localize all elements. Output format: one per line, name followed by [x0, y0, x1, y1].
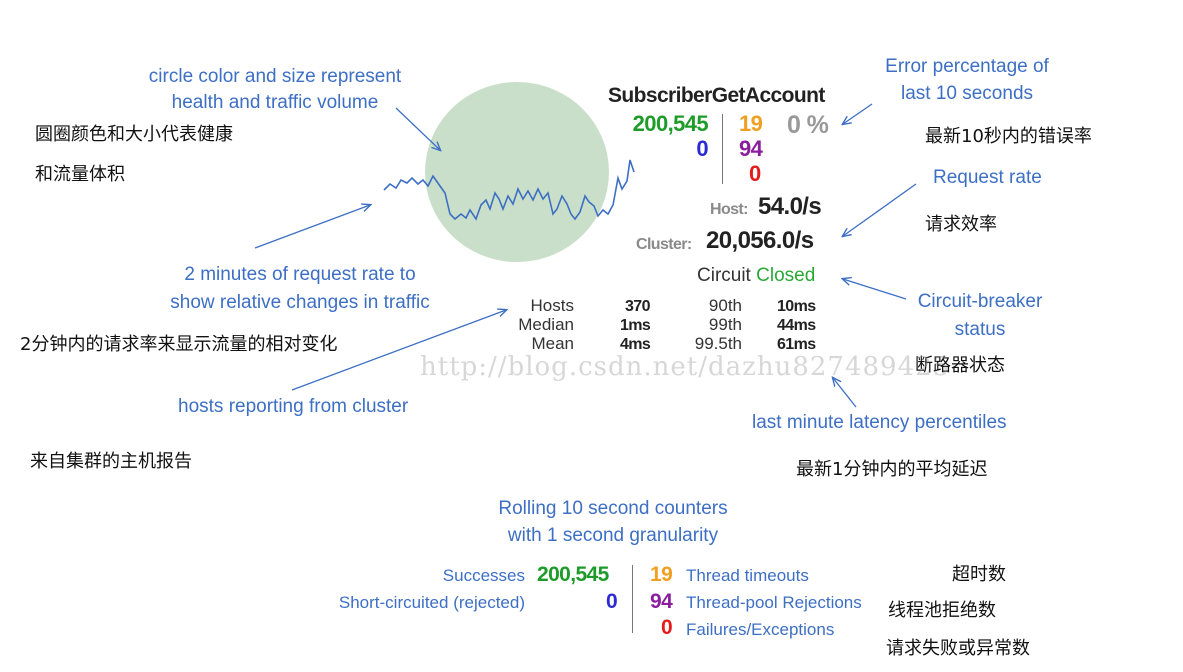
median-label: Median	[518, 315, 574, 334]
successes-legend-label: Successes	[442, 566, 525, 585]
rejections-legend-label: Thread-pool Rejections	[686, 593, 862, 612]
timeouts-legend-value: 19	[650, 563, 673, 586]
cluster-rate-label: Cluster:	[636, 236, 692, 253]
rolling-counters-annotation: Rolling 10 second counters with 1 second…	[498, 498, 728, 546]
failure-count: 0	[749, 161, 761, 186]
short-circuited-count: 0	[696, 136, 708, 161]
sparkline-annotation-cn: 2分钟内的请求率来显示流量的相对变化	[20, 334, 338, 355]
host-rate-label: Host:	[710, 201, 748, 218]
median-value: 1ms	[620, 317, 651, 334]
success-count: 200,545	[632, 111, 709, 136]
legend-divider	[632, 565, 633, 633]
hosts-value: 370	[625, 298, 651, 315]
watermark: http://blog.csdn.net/dazhu827489425	[420, 352, 951, 382]
error-percentage-annotation: Error percentage of last 10 seconds	[885, 56, 1049, 104]
circle-annotation: circle color and size represent health a…	[148, 66, 402, 113]
rejection-count: 94	[739, 136, 763, 161]
successes-legend-value: 200,545	[537, 563, 609, 586]
p99-value: 44ms	[777, 317, 816, 334]
timeout-count: 19	[739, 111, 763, 136]
request-rate-annotation: Request rate	[933, 167, 1042, 188]
error-percentage-annotation-cn: 最新10秒内的错误率	[925, 126, 1092, 147]
failures-legend-value: 0	[661, 616, 673, 639]
panel-divider	[722, 114, 723, 184]
hosts-reporting-annotation-cn: 来自集群的主机报告	[30, 451, 192, 472]
circuit-title: SubscriberGetAccount	[608, 84, 825, 107]
rejections-legend-value: 94	[650, 590, 673, 613]
circuit-status: Circuit Closed	[697, 265, 815, 287]
sparkline-annotation: 2 minutes of request rate to show relati…	[170, 264, 430, 313]
circuit-status-value: Closed	[756, 265, 816, 286]
timeouts-annotation-cn: 超时数	[952, 564, 1006, 585]
cluster-rate-value: 20,056.0/s	[706, 227, 814, 254]
p995-label: 99.5th	[694, 334, 742, 353]
short-circuited-legend-label: Short-circuited (rejected)	[338, 593, 525, 612]
p90-label: 90th	[708, 296, 742, 315]
request-rate-annotation-cn: 请求效率	[925, 214, 997, 235]
circle-annotation-cn-1: 圆圈颜色和大小代表健康	[35, 124, 233, 145]
circuit-breaker-annotation: Circuit-breaker status	[917, 291, 1043, 340]
latency-annotation-cn: 最新1分钟内的平均延迟	[796, 459, 988, 480]
p90-value: 10ms	[777, 298, 816, 315]
short-circuited-legend-value: 0	[606, 590, 618, 613]
health-circle	[425, 82, 609, 262]
circle-annotation-cn-2: 和流量体积	[35, 164, 125, 185]
host-rate-value: 54.0/s	[758, 193, 822, 220]
error-percentage: 0 %	[787, 111, 829, 139]
mean-label: Mean	[531, 334, 574, 353]
latency-annotation: last minute latency percentiles	[752, 412, 1007, 433]
hosts-label: Hosts	[530, 296, 574, 315]
rejections-annotation-cn: 线程池拒绝数	[888, 600, 996, 621]
failures-legend-label: Failures/Exceptions	[686, 620, 835, 639]
timeouts-legend-label: Thread timeouts	[686, 566, 809, 585]
p99-label: 99th	[708, 315, 742, 334]
circuit-label: Circuit	[697, 265, 751, 286]
failures-annotation-cn: 请求失败或异常数	[886, 638, 1030, 659]
hosts-reporting-annotation: hosts reporting from cluster	[178, 396, 409, 417]
